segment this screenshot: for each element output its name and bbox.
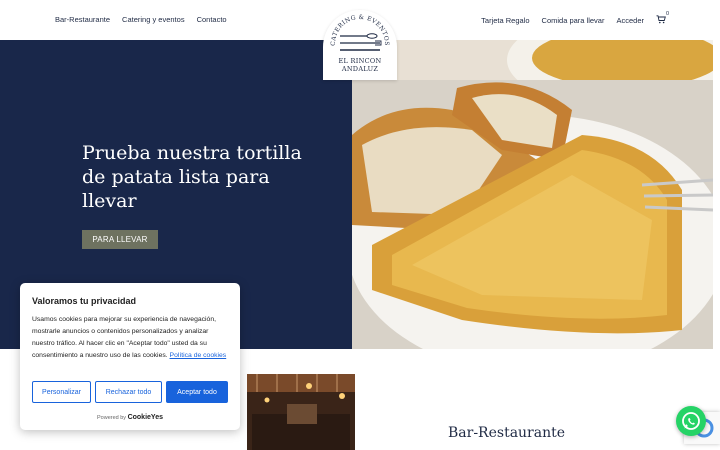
para-llevar-button[interactable]: PARA LLEVAR: [82, 230, 158, 249]
site-logo[interactable]: CATERING & EVENTOS EL RINCON ANDALUZ: [323, 10, 397, 80]
cookie-banner: Valoramos tu privacidad Usamos cookies p…: [20, 283, 240, 430]
nav-contacto[interactable]: Contacto: [197, 15, 227, 24]
cart-button[interactable]: 0: [656, 11, 669, 25]
whatsapp-icon: [682, 412, 700, 430]
page: Bar-Restaurante Catering y eventos Conta…: [0, 0, 720, 450]
nav-tarjeta-regalo[interactable]: Tarjeta Regalo: [481, 16, 529, 25]
nav-acceder[interactable]: Acceder: [616, 16, 644, 25]
cookie-text: Usamos cookies para mejorar su experienc…: [32, 314, 230, 362]
tortilla-photo: [352, 40, 713, 349]
logo-name: EL RINCON ANDALUZ: [323, 57, 397, 73]
nav-comida-llevar[interactable]: Comida para llevar: [542, 16, 605, 25]
whatsapp-button[interactable]: [676, 406, 706, 436]
nav-bar-restaurante[interactable]: Bar-Restaurante: [55, 15, 110, 24]
section-title: Bar-Restaurante: [448, 425, 566, 441]
powered-by-label: Powered by: [97, 415, 127, 421]
cookie-policy-link[interactable]: Política de cookies: [170, 352, 227, 359]
cookie-title: Valoramos tu privacidad: [32, 296, 137, 306]
powered-by: Powered by CookieYes: [20, 414, 240, 421]
accept-all-button[interactable]: Aceptar todo: [166, 381, 228, 403]
nav-left: Bar-Restaurante Catering y eventos Conta…: [55, 15, 227, 24]
reject-all-button[interactable]: Rechazar todo: [95, 381, 162, 403]
cookieyes-brand[interactable]: CookieYes: [128, 414, 163, 421]
logo-line-1: EL RINCON: [338, 57, 382, 65]
nav-catering-eventos[interactable]: Catering y eventos: [122, 15, 185, 24]
cart-icon: [656, 15, 666, 24]
cart-count: 0: [666, 11, 670, 17]
restaurant-photo: [247, 374, 355, 450]
nav-right: Tarjeta Regalo Comida para llevar Accede…: [481, 11, 669, 25]
logo-line-2: ANDALUZ: [341, 65, 379, 73]
customize-button[interactable]: Personalizar: [32, 381, 91, 403]
hero-title: Prueba nuestra tortilla de patata lista …: [82, 142, 302, 212]
